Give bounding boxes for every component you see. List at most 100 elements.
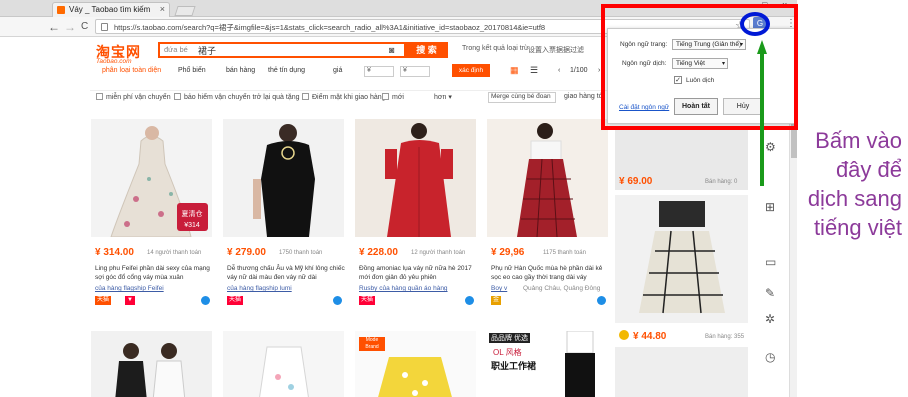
product-title[interactable]: Dễ thương chấu Âu và Mỹ khí lông chiếc v… [227,264,345,282]
product-shop[interactable]: Boy v [491,285,507,292]
product-price: ¥ 29,96 [491,247,525,258]
merge-select[interactable]: Merge cùng bé đoan [488,92,556,103]
wangwang-chat-icon[interactable] [333,296,342,305]
product-image[interactable] [487,119,608,237]
sort-tab-overall[interactable]: phân loại toàn diện [102,67,161,74]
product-title[interactable]: Đồng amoniac lụa váy nữ nữa hè 2017 mới … [359,264,477,282]
option-new[interactable]: mới [382,93,404,101]
right-product-price: ¥ 69.00 [619,176,653,187]
product-badges: 天猫 ▼ [95,296,211,306]
svg-text:¥314: ¥314 [184,222,200,229]
exclude-sub-label[interactable]: 设置入票据据过滤 [528,45,584,55]
pager-prev-icon[interactable]: ‹ [558,67,560,74]
product-badges: 天猫 [359,296,475,306]
product-shop[interactable]: của hàng flagship lumi [227,285,292,292]
return-insurance-checkbox[interactable] [174,93,181,100]
wangwang-chat-icon[interactable] [597,296,606,305]
product-price: ¥ 279.00 [227,247,266,258]
product-image[interactable] [355,119,476,237]
price-from-input[interactable]: ¥ [364,66,394,77]
highlight-blue-oval [740,12,770,36]
list-view-icon[interactable]: ☰ [530,65,538,76]
tab-close-icon[interactable]: × [160,3,165,16]
back-arrow-icon[interactable]: ← [48,20,60,34]
tab-taobao[interactable]: Váy _ Taobao tìm kiếm × [52,2,170,17]
gear-icon[interactable]: ✲ [765,312,775,326]
price-to-input[interactable]: ¥ [400,66,430,77]
option-free-shipping[interactable]: miễn phí vận chuyển [96,93,171,101]
right-product-price: ¥ 44.80 [633,331,667,342]
cod-checkbox[interactable] [302,93,309,100]
search-button[interactable]: 搜 索 [405,42,448,58]
pencil-icon[interactable]: ✎ [765,286,775,300]
product-card[interactable]: 品品牌 优选 OL 风格 职业工作裙 [487,331,608,397]
product-card[interactable] [223,331,344,397]
tmall-badge-icon[interactable]: 天猫 [227,296,244,305]
search-scope-select[interactable]: đứa bé [164,45,188,54]
wangwang-chat-icon[interactable] [201,296,210,305]
search-input[interactable]: 裙子 [198,44,216,57]
brand-label: Mode Brand [359,337,385,351]
sort-bar: phân loại toàn diện Phổ biến bán hàng th… [90,64,610,78]
product-image[interactable] [223,331,344,397]
product-title[interactable]: Phụ nữ Hàn Quốc mùa hè phần dài kẻ sọc e… [491,264,609,282]
product-price: ¥ 314.00 [95,247,134,258]
product-badges: 金 [491,296,607,306]
forward-arrow-icon[interactable]: → [64,20,76,34]
product-sold: 1175 thanh toán [543,250,586,256]
brand-label: 品品牌 优选 [489,333,530,343]
pager-next-icon[interactable]: › [598,67,600,74]
camera-icon[interactable]: ◙ [389,45,394,55]
url-text[interactable]: https://s.taobao.com/search?q=裙子&imgfile… [114,22,545,33]
product-card[interactable] [91,331,212,397]
exclude-label: Trong kết quả loại trừ [462,45,529,52]
clock-icon[interactable]: ◷ [765,350,775,364]
tmall-logo-icon[interactable]: ▼ [125,296,135,305]
product-card[interactable]: Mode Brand [355,331,476,397]
product-shop[interactable]: của hàng flagship Feifei [95,285,164,292]
product-price: ¥ 228.00 [359,247,398,258]
pager-status: 1/100 [570,67,588,74]
option-cod[interactable]: Điểm mặt khi giao hàng [302,93,386,101]
ship-to-label[interactable]: giao hàng tới [564,93,605,100]
tab-title: Váy _ Taobao tìm kiếm [69,5,151,14]
product-image[interactable] [615,347,748,397]
free-shipping-checkbox[interactable] [96,93,103,100]
reload-icon[interactable]: C [81,21,88,32]
sort-tab-price[interactable]: giá [333,67,342,74]
dress-illustration-icon [565,331,595,397]
option-more[interactable]: hơn ▾ [434,93,452,101]
sort-tab-sales[interactable]: bán hàng [226,67,255,74]
new-checkbox[interactable] [382,93,389,100]
product-shop[interactable]: Rusby của hàng quần áo hàng [359,285,448,292]
tmall-badge-icon[interactable]: 天猫 [95,296,112,305]
option-return-insurance[interactable]: bảo hiểm vận chuyển trở lại quà tặng [174,93,300,101]
product-image[interactable]: 夏清仓 ¥314 [91,119,212,237]
product-sold: 12 người thanh toán [411,250,466,256]
search-box: đứa bé 裙子 ◙ [158,42,406,58]
new-tab-button[interactable] [174,6,196,16]
grid-view-icon[interactable]: ▦ [510,65,519,76]
gold-seller-badge-icon[interactable]: 金 [491,296,502,305]
price-confirm-button[interactable]: xác định [452,64,490,77]
dress-illustration-icon [385,123,453,237]
product-title[interactable]: Ling phu Feifei phần dài sexy của mạng s… [95,264,213,282]
options-bar: miễn phí vận chuyển bảo hiểm vận chuyển … [90,90,610,104]
product-badges: 天猫 [227,296,343,306]
product-image[interactable] [223,119,344,237]
crown-icon [619,330,629,340]
screen-icon[interactable]: ▭ [765,255,776,269]
sort-tab-popular[interactable]: Phổ biến [178,67,206,74]
green-arrow-icon [757,40,767,186]
annotation-text: Bấm vào đây để dịch sang tiếng việt [807,128,902,240]
product-image[interactable] [615,195,748,323]
product-image[interactable] [91,331,212,397]
wangwang-chat-icon[interactable] [465,296,474,305]
product-image[interactable]: 品品牌 优选 OL 风格 职业工作裙 [487,331,608,397]
tmall-badge-icon[interactable]: 天猫 [359,296,376,305]
sort-tab-credit[interactable]: thẻ tín dụng [268,67,305,74]
product-image[interactable]: Mode Brand [355,331,476,397]
windows-icon[interactable]: ⊞ [765,200,775,214]
product-sold: 1750 thanh toán [279,250,323,256]
page-info-icon[interactable] [101,23,108,31]
